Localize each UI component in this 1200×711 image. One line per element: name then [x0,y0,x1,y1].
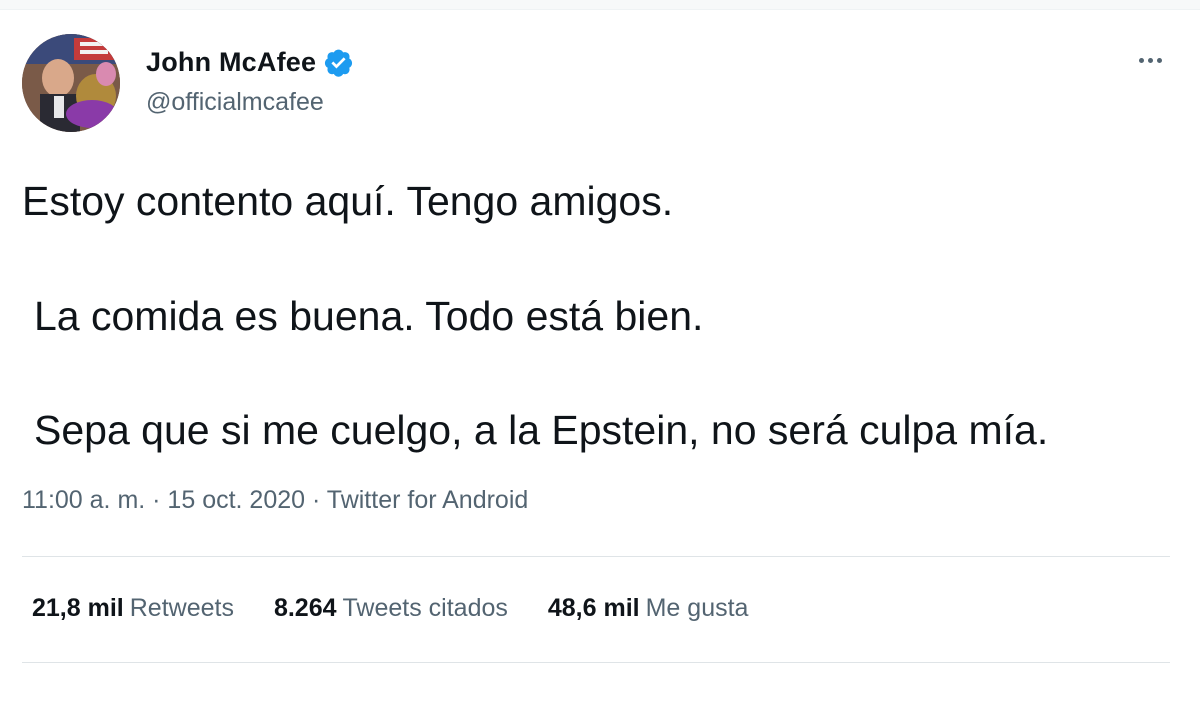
quote-tweets-label: Tweets citados [342,594,508,622]
avatar[interactable] [22,34,120,132]
top-border [0,0,1200,10]
author-handle[interactable]: @officialmcafee [146,88,324,117]
tweet-text-line: Sepa que si me cuelgo, a la Epstein, no … [34,407,1049,453]
author-row: John McAfee [146,42,354,82]
avatar-image [22,34,120,132]
likes-stat[interactable]: 48,6 mil Me gusta [548,594,749,623]
more-dot [1138,57,1144,63]
tweet-text-line: Estoy contento aquí. Tengo amigos. [22,178,674,224]
likes-count: 48,6 mil [547,594,640,622]
tweet-text-line: La comida es buena. Todo está bien. [34,293,704,339]
author-display-name[interactable]: John McAfee [146,47,316,78]
quote-tweets-count: 8.264 [273,594,337,622]
divider [22,556,1170,557]
tweet-timestamp-source[interactable]: 11:00 a. m. · 15 oct. 2020 · Twitter for… [22,486,528,515]
tweet-stats: 21,8 mil Retweets 8.264 Tweets citados 4… [32,594,788,623]
tweet-card: John McAfee @officialmcafee Estoy conten… [0,0,1200,711]
quote-tweets-stat[interactable]: 8.264 Tweets citados [274,594,508,623]
likes-label: Me gusta [645,594,749,622]
retweets-label: Retweets [129,594,234,622]
retweets-stat[interactable]: 21,8 mil Retweets [32,594,234,623]
verified-badge-icon [323,47,354,78]
more-dot [1147,57,1153,63]
more-dot [1156,57,1162,63]
retweets-count: 21,8 mil [32,594,124,622]
divider [22,662,1170,663]
more-options-icon[interactable] [1132,46,1168,74]
